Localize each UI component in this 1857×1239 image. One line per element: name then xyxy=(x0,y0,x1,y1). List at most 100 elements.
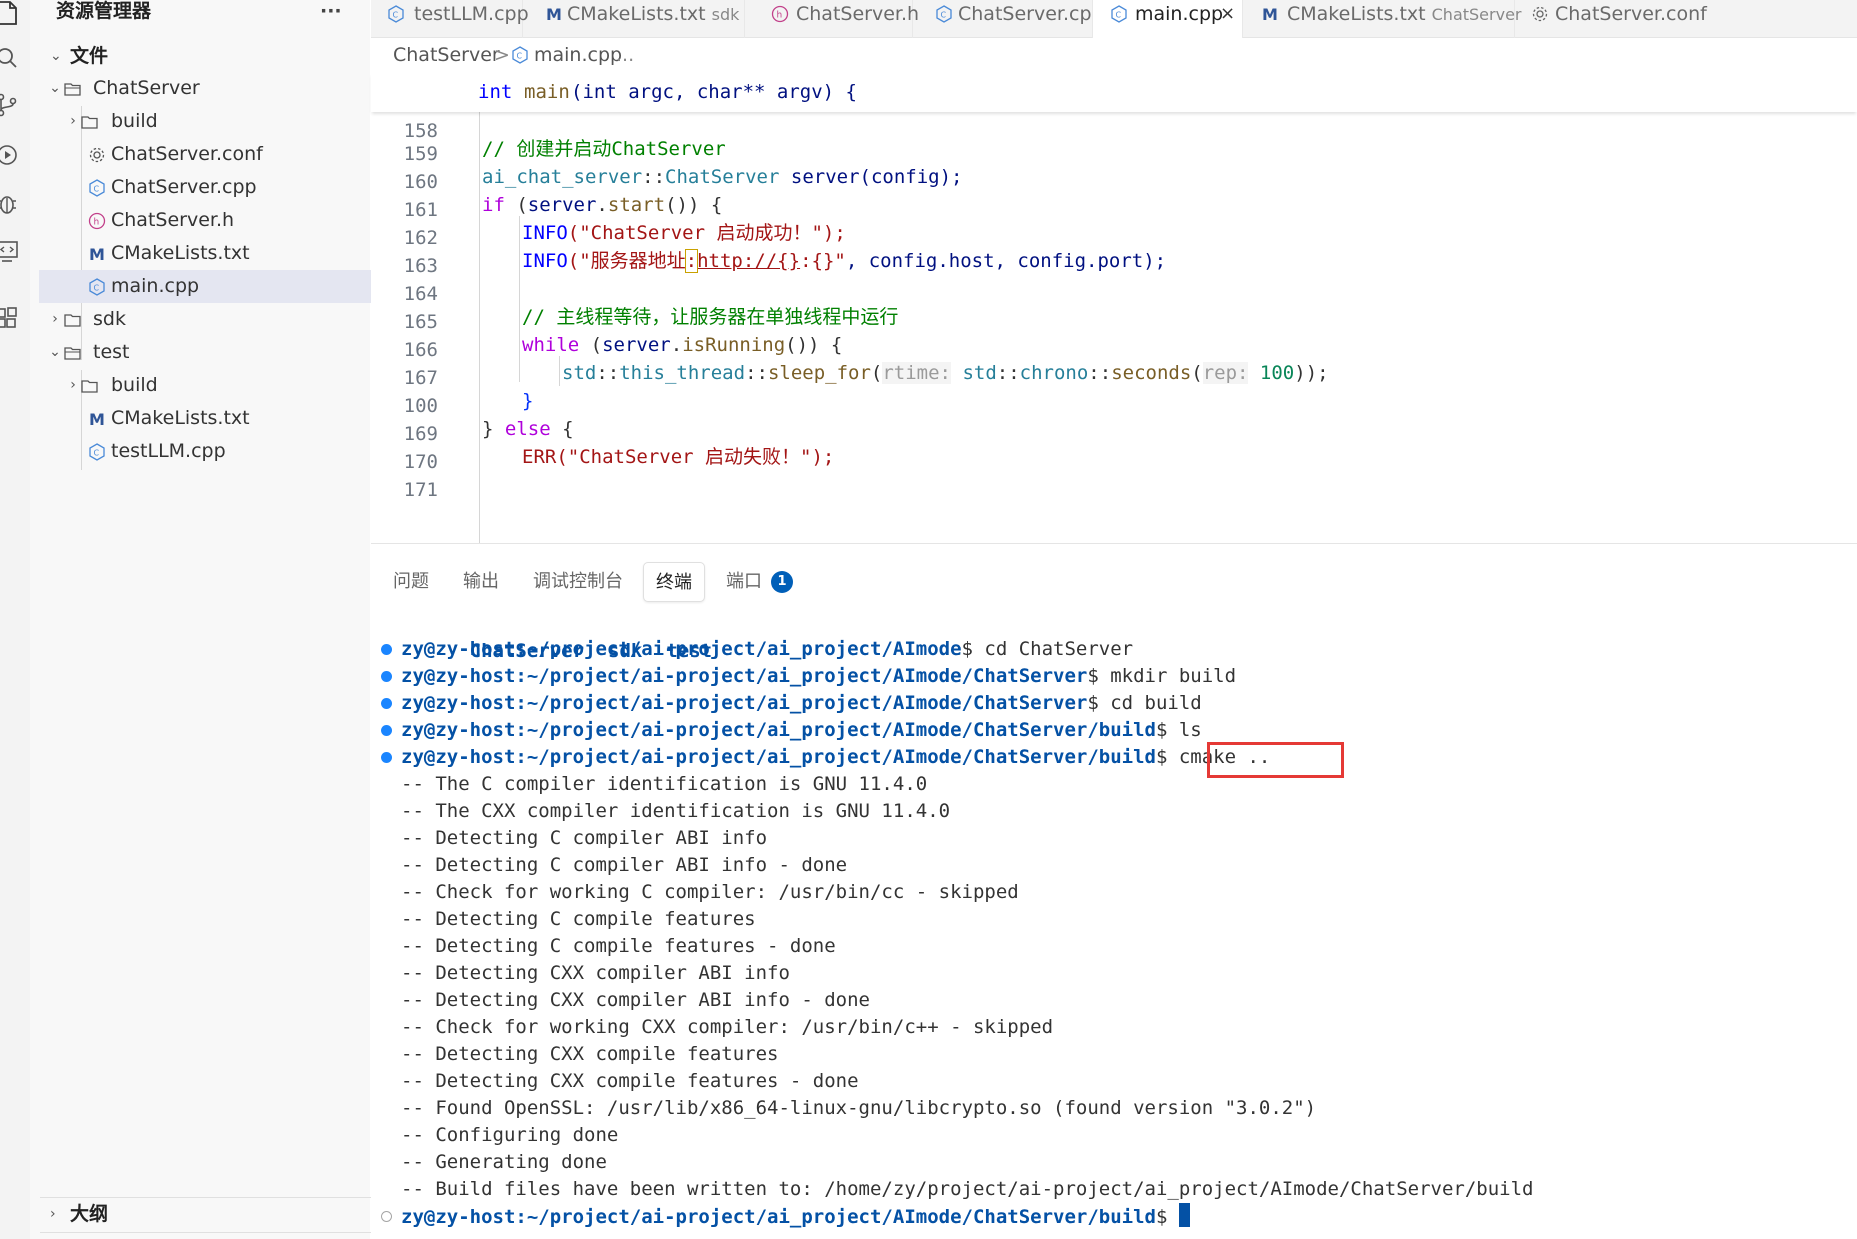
run-debug-icon[interactable] xyxy=(0,142,24,172)
tree-file-test-cmakelists[interactable]: M CMakeLists.txt xyxy=(40,402,390,435)
code-url[interactable]: http://{} xyxy=(697,250,800,272)
tree-file-chatserver-h[interactable]: h ChatServer.h xyxy=(40,204,390,237)
code-keyword: else xyxy=(504,418,551,440)
command-status-dot[interactable] xyxy=(381,698,392,709)
tree-folder-chatserver[interactable]: ⌄ ChatServer xyxy=(40,72,390,105)
code-function: seconds xyxy=(1111,362,1192,384)
code-scope: :: xyxy=(596,362,620,384)
breadcrumb-more[interactable]: ... xyxy=(616,38,634,72)
code-function: start xyxy=(607,194,666,216)
tab-label: ChatServer.cpp xyxy=(958,3,1104,25)
terminal-command-line: zy@zy-host:~/project/ai-project/ai_proje… xyxy=(401,744,1270,771)
code-tail: ()) { xyxy=(785,334,843,356)
ports-count-badge: 1 xyxy=(771,571,793,593)
tree-folder-build[interactable]: › build xyxy=(40,105,390,138)
outline-section-header[interactable]: › 大纲 xyxy=(40,1198,390,1230)
tab-label: CMakeLists.txt xyxy=(567,3,706,25)
tree-file-chatserver-conf[interactable]: ChatServer.conf xyxy=(40,138,390,171)
code-scope: :: xyxy=(745,362,768,384)
command-status-dot[interactable] xyxy=(381,752,392,763)
panel-tab-problems[interactable]: 问题 xyxy=(393,562,429,602)
source-control-icon[interactable] xyxy=(0,92,24,122)
tab-description: ChatServer xyxy=(1431,5,1522,24)
terminal-output-line: -- Detecting CXX compile features xyxy=(401,1043,779,1065)
cpp-icon: C xyxy=(388,5,404,23)
svg-text:C: C xyxy=(941,11,947,20)
command-status-dot[interactable] xyxy=(381,725,392,736)
tree-folder-test[interactable]: ⌄ test xyxy=(40,336,390,369)
terminal-cursor xyxy=(1179,1203,1191,1227)
more-actions-icon[interactable]: ··· xyxy=(320,0,342,22)
code-dot: . xyxy=(670,334,683,356)
section-divider xyxy=(40,1232,390,1233)
search-icon[interactable] xyxy=(0,45,24,75)
terminal-command-line: zy@zy-host:~/project/ai-project/ai_proje… xyxy=(401,717,1202,744)
tab-chatserver-cpp[interactable]: C ChatServer.cpp xyxy=(913,0,1104,38)
code-namespace: std xyxy=(951,362,997,384)
terminal-ls-output: ChatServer sdk test xyxy=(401,611,736,662)
breadcrumb-file[interactable]: main.cpp xyxy=(534,38,622,72)
terminal-output-line: -- Check for working CXX compiler: /usr/… xyxy=(401,1016,1054,1038)
panel-tab-debug-console[interactable]: 调试控制台 xyxy=(533,562,623,602)
tree-folder-test-build[interactable]: › build xyxy=(40,369,390,402)
close-icon[interactable]: × xyxy=(1220,0,1235,28)
folder-open-icon xyxy=(64,83,81,96)
tree-folder-sdk[interactable]: › sdk xyxy=(40,303,390,336)
terminal-command-line: zy@zy-host:~/project/ai-project/ai_proje… xyxy=(401,663,1236,690)
svg-text:C: C xyxy=(517,52,523,61)
code-tail: ()) { xyxy=(665,194,723,216)
tab-chatserver-conf[interactable]: ChatServer.conf xyxy=(1515,0,1857,38)
breadcrumb-folder[interactable]: ChatServer xyxy=(393,38,500,72)
tab-label: main.cpp xyxy=(1135,3,1224,25)
sticky-scroll-header[interactable]: int main (int argc, char** argv) { xyxy=(371,72,1857,112)
annotation-highlight-box xyxy=(1207,742,1344,778)
panel-tab-terminal[interactable]: 终端 xyxy=(643,562,705,602)
tree-file-chatserver-cpp[interactable]: C ChatServer.cpp xyxy=(40,171,390,204)
tree-label: build xyxy=(111,110,158,132)
panel-tab-output[interactable]: 输出 xyxy=(463,562,499,602)
terminal-command-line: zy@zy-host:~/project/ai-project/ai_proje… xyxy=(401,690,1202,717)
remote-explorer-icon[interactable] xyxy=(0,238,24,268)
tree-file-main-cpp[interactable]: C main.cpp xyxy=(39,270,390,303)
tree-label: CMakeLists.txt xyxy=(111,242,250,264)
cpp-file-icon: C xyxy=(89,443,105,461)
tree-label: test xyxy=(93,341,130,363)
terminal-command: $ ls xyxy=(1155,719,1202,741)
extensions-icon[interactable] xyxy=(0,305,24,335)
code-dot: . xyxy=(596,194,608,216)
code-var: server xyxy=(790,166,860,188)
command-status-dot[interactable] xyxy=(381,1211,392,1222)
tree-label: ChatServer.conf xyxy=(111,143,263,165)
terminal-prompt: zy@zy-host:~/project/ai-project/ai_proje… xyxy=(401,746,1156,768)
terminal-prompt: zy@zy-host:~/project/ai-project/ai_proje… xyxy=(401,719,1156,741)
command-status-dot[interactable] xyxy=(381,644,392,655)
svg-text:M: M xyxy=(89,410,105,428)
terminal-output-line: -- Generating done xyxy=(401,1151,607,1173)
code-namespace: this_thread xyxy=(619,362,746,384)
tab-cmakelists-chatserver[interactable]: M CMakeLists.txt ChatServer xyxy=(1243,0,1521,38)
terminal-command-line: zy@zy-host:~/project/ai-project/ai_proje… xyxy=(401,636,1133,663)
svg-text:M: M xyxy=(1262,5,1278,23)
cpp-file-icon: C xyxy=(89,179,105,197)
explorer-icon[interactable] xyxy=(0,0,24,30)
tab-testllm-cpp[interactable]: C testLLM.cpp xyxy=(371,0,529,38)
tree-file-testllm-cpp[interactable]: C testLLM.cpp xyxy=(40,435,390,468)
panel-tab-ports[interactable]: 端口 xyxy=(726,562,762,602)
code-function: isRunning xyxy=(682,334,786,356)
line-number: 171 xyxy=(403,479,438,501)
chevron-right-icon: › xyxy=(52,311,58,327)
gear-icon xyxy=(1532,6,1548,22)
tree-label: ChatServer.cpp xyxy=(111,176,257,198)
code-editor[interactable]: 158 INFO("Ollama 模型: {}", (config.ollama… xyxy=(371,98,1857,543)
tab-cmakelists-sdk[interactable]: M CMakeLists.txt sdk xyxy=(523,0,745,38)
cmake-icon: M xyxy=(1262,5,1278,23)
tab-chatserver-h[interactable]: h ChatServer.h xyxy=(745,0,919,38)
svg-text:C: C xyxy=(1116,11,1122,20)
tree-file-cmakelists[interactable]: M CMakeLists.txt xyxy=(40,237,390,270)
tab-label: ChatServer.conf xyxy=(1555,3,1707,25)
files-section-header[interactable]: ⌄ 文件 xyxy=(40,40,390,72)
tab-main-cpp[interactable]: C main.cpp × xyxy=(1093,0,1243,39)
debug-bug-icon[interactable] xyxy=(0,190,24,220)
command-status-dot[interactable] xyxy=(381,671,392,682)
inlay-hint: rep: xyxy=(1202,362,1249,384)
